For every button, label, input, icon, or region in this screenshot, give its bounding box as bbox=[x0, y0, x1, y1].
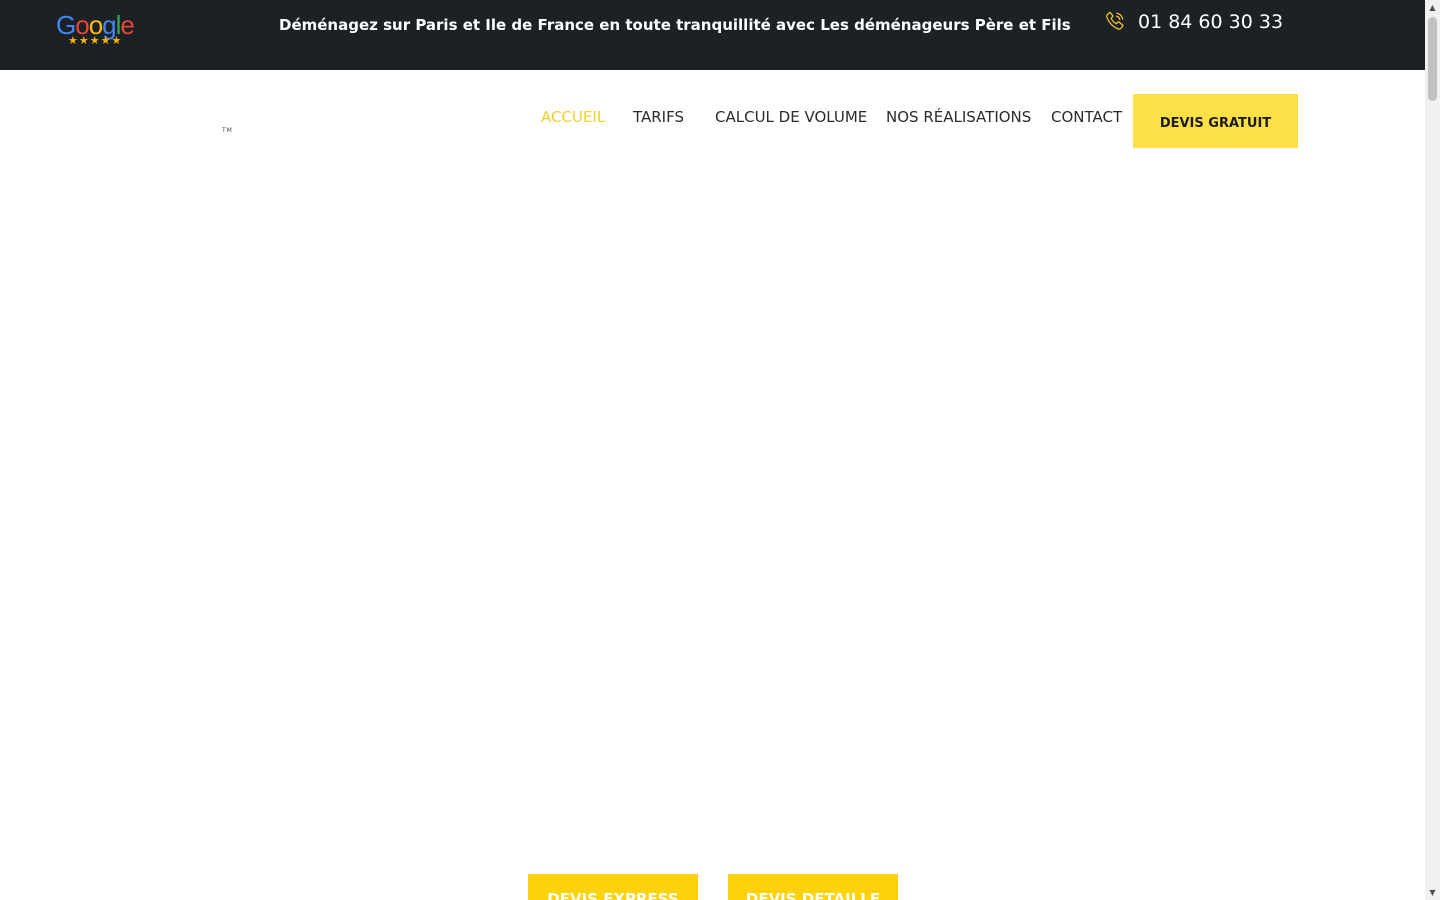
top-bar: Google ★★★★★ Déménagez sur Paris et Ile … bbox=[0, 0, 1425, 70]
scroll-down-arrow-icon[interactable]: ▼ bbox=[1425, 885, 1440, 900]
nav-item-contact[interactable]: CONTACT bbox=[1051, 107, 1122, 127]
devis-detaille-button[interactable]: DEVIS DETAILLE bbox=[728, 874, 898, 900]
scrollbar-thumb[interactable] bbox=[1428, 17, 1437, 101]
nav-item-nos-realisations[interactable]: NOS RÉALISATIONS bbox=[886, 107, 1031, 127]
main-header: TM ACCUEIL TARIFS CALCUL DE VOLUME NOS R… bbox=[0, 70, 1425, 160]
hero-section bbox=[0, 160, 1425, 900]
vertical-scrollbar[interactable]: ▲ ▼ bbox=[1425, 0, 1440, 900]
google-rating-badge[interactable]: Google ★★★★★ bbox=[56, 10, 138, 50]
nav-item-tarifs[interactable]: TARIFS bbox=[633, 107, 684, 127]
rating-stars-icon: ★★★★★ bbox=[68, 34, 123, 47]
devis-gratuit-button[interactable]: DEVIS GRATUIT bbox=[1133, 94, 1298, 148]
site-logo[interactable]: TM bbox=[222, 127, 233, 134]
google-letter: e bbox=[120, 10, 135, 40]
scroll-up-arrow-icon[interactable]: ▲ bbox=[1425, 0, 1440, 15]
phone-icon bbox=[1106, 11, 1124, 30]
nav-item-accueil[interactable]: ACCUEIL bbox=[541, 107, 605, 127]
devis-express-button[interactable]: DEVIS EXPRESS bbox=[528, 874, 698, 900]
nav-item-calcul-de-volume[interactable]: CALCUL DE VOLUME bbox=[715, 107, 867, 127]
phone-number: 01 84 60 30 33 bbox=[1138, 11, 1284, 33]
top-bar-tagline: Déménagez sur Paris et Ile de France en … bbox=[279, 16, 1071, 34]
